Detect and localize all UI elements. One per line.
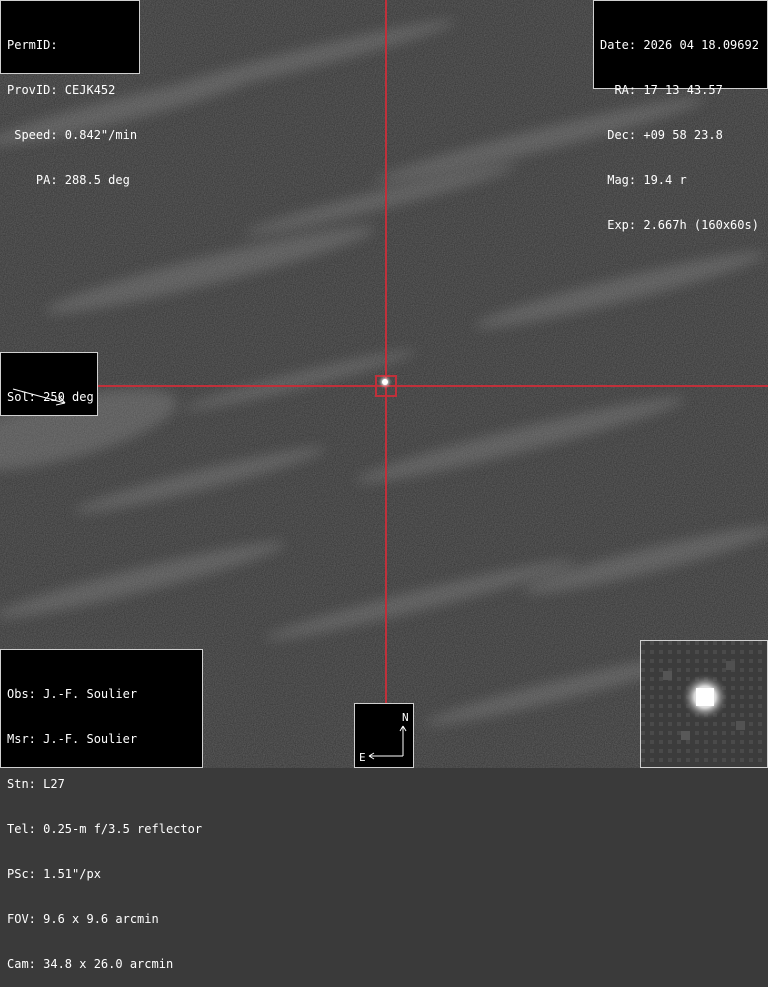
- speed-label: Speed: 0.842"/min: [7, 128, 138, 142]
- permid-label: PermID:: [7, 38, 58, 52]
- compass-east-label: E: [359, 751, 366, 764]
- telescope-label: Tel: 0.25-m f/3.5 reflector: [7, 822, 203, 836]
- dec-label: Dec: +09 58 23.8: [600, 128, 723, 142]
- fov-label: FOV: 9.6 x 9.6 arcmin: [7, 912, 159, 926]
- date-label: Date: 2026 04 18.09692: [600, 38, 759, 52]
- exp-label: Exp: 2.667h (160x60s): [600, 218, 759, 232]
- compass-north-label: N: [402, 711, 409, 724]
- solar-angle-panel: Sol: 250 deg: [0, 352, 98, 416]
- station-label: Stn: L27: [7, 777, 65, 791]
- credits-panel: Obs: J.-F. Soulier Msr: J.-F. Soulier St…: [0, 649, 203, 971]
- pa-label: PA: 288.5 deg: [7, 173, 130, 187]
- target-object: [382, 379, 388, 385]
- measurer-label: Msr: J.-F. Soulier: [7, 732, 138, 746]
- object-info-panel: PermID: ProvID: CEJK452 Speed: 0.842"/mi…: [0, 0, 140, 187]
- compass-panel: N E: [354, 703, 414, 768]
- solar-direction-arrow-icon: [12, 388, 66, 406]
- camera-label: Cam: 34.8 x 26.0 arcmin: [7, 957, 174, 971]
- ra-label: RA: 17 13 43.57: [600, 83, 723, 97]
- observation-panel: Date: 2026 04 18.09692 RA: 17 13 43.57 D…: [593, 0, 768, 232]
- crosshair-horizontal: [98, 385, 768, 387]
- observer-label: Obs: J.-F. Soulier: [7, 687, 138, 701]
- zoom-inset: [640, 640, 768, 768]
- provid-label: ProvID: CEJK452: [7, 83, 116, 97]
- mag-label: Mag: 19.4 r: [600, 173, 687, 187]
- pixel-scale-label: PSc: 1.51"/px: [7, 867, 101, 881]
- zoom-inset-image: [641, 641, 767, 767]
